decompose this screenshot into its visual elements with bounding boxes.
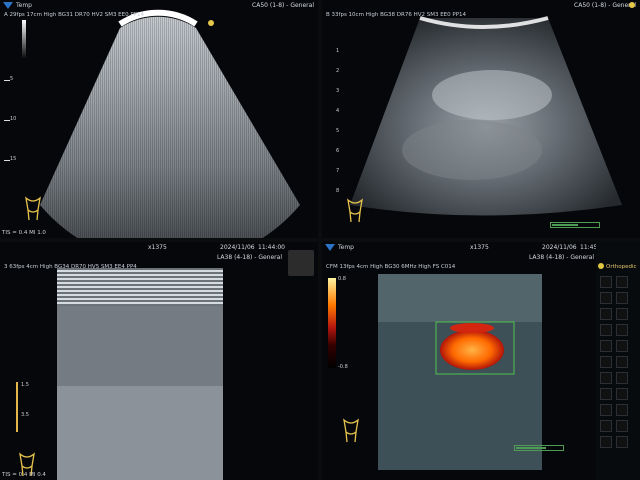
imaging-params: 3 63fps 4cm High BG34 DR70 HV5 SM3 EE4 P… bbox=[4, 264, 137, 270]
header-3: x1375 2024/11/06 11:44:00 3 63fps 4cm Hi… bbox=[0, 242, 318, 270]
bodymark-thumbnail[interactable] bbox=[616, 324, 628, 336]
depth-label: 15 bbox=[10, 156, 17, 162]
velocity-min-label: -0.8 bbox=[338, 364, 348, 370]
bodymark-thumbnail[interactable] bbox=[616, 340, 628, 352]
viewport-3[interactable]: x1375 2024/11/06 11:44:00 3 63fps 4cm Hi… bbox=[0, 242, 318, 480]
bodymark-thumbnail[interactable] bbox=[616, 388, 628, 400]
grey-scale-bar bbox=[22, 20, 26, 60]
bodymark-thumbnail[interactable] bbox=[616, 308, 628, 320]
orientation-dot bbox=[208, 20, 214, 26]
panel-title: Orthopedic bbox=[606, 264, 637, 270]
body-mark-icon[interactable] bbox=[22, 196, 44, 222]
sector-image-2 bbox=[350, 16, 622, 216]
panel-indicator-icon bbox=[598, 263, 604, 269]
body-mark-icon[interactable] bbox=[340, 418, 362, 444]
depth-label: 5 bbox=[10, 76, 14, 82]
imaging-params: CFM 13fps 4cm High BG30 6MHz High FS C01… bbox=[326, 264, 456, 270]
depth-label: 10 bbox=[10, 116, 17, 122]
imaging-params: A 29fps 17cm High BG31 DR70 HV2 SM3 EE0 … bbox=[4, 12, 145, 18]
depth-label: 6 bbox=[336, 148, 340, 154]
linear-image-3 bbox=[57, 268, 223, 480]
thumbnail-image[interactable] bbox=[288, 250, 314, 276]
viewport-4[interactable]: Temp x1375 2024/11/06 11:45:53 CFM 13fps… bbox=[322, 242, 640, 480]
depth-label: 8 bbox=[336, 188, 340, 194]
bodymark-thumbnail[interactable] bbox=[616, 356, 628, 368]
depth-scale: 1 2 3 4 5 6 7 8 bbox=[332, 40, 342, 210]
depth-label: 1.5 bbox=[21, 382, 29, 388]
header-1: Temp CA50 (1-8) - General A 29fps 17cm H… bbox=[0, 0, 318, 18]
bodymark-thumbnail[interactable] bbox=[600, 292, 612, 304]
bodymark-thumbnail[interactable] bbox=[616, 372, 628, 384]
bodymark-thumbnail[interactable] bbox=[616, 276, 628, 288]
probe-label: CA50 (1-8) - General bbox=[574, 2, 636, 9]
date-label: 2024/11/06 bbox=[542, 244, 577, 251]
app-title: Temp bbox=[16, 2, 32, 9]
depth-label: 2 bbox=[336, 68, 340, 74]
logo-icon bbox=[325, 244, 335, 251]
bodymark-thumbnail[interactable] bbox=[600, 356, 612, 368]
safety-index: TIS = 0.4 MI 0.4 bbox=[2, 472, 46, 478]
depth-label: 1 bbox=[336, 48, 340, 54]
bodymark-thumbnail[interactable] bbox=[600, 388, 612, 400]
probe-label: CA50 (1-8) - General bbox=[252, 2, 314, 9]
viewport-1[interactable]: Temp CA50 (1-8) - General A 29fps 17cm H… bbox=[0, 0, 318, 238]
bodymark-thumbnail[interactable] bbox=[600, 420, 612, 432]
probe-label: LA38 (4-18) - General bbox=[528, 254, 594, 261]
bodymark-thumbnail[interactable] bbox=[600, 436, 612, 448]
depth-label: 4 bbox=[336, 108, 340, 114]
bodymark-thumbnail[interactable] bbox=[600, 308, 612, 320]
zoom-label: x1375 bbox=[148, 244, 167, 251]
viewport-2[interactable]: CA50 (1-8) - General B 33fps 10cm High B… bbox=[322, 0, 640, 238]
color-doppler-image bbox=[378, 274, 542, 470]
date-label: 2024/11/06 bbox=[220, 244, 255, 251]
depth-scale: 1.5 3.5 bbox=[16, 382, 29, 432]
cine-progress-fill bbox=[516, 447, 546, 449]
safety-index: TIS = 0.4 MI 1.0 bbox=[2, 230, 46, 236]
bodymark-thumbnail[interactable] bbox=[600, 404, 612, 416]
bodymark-thumbnail[interactable] bbox=[616, 292, 628, 304]
body-mark-icon[interactable] bbox=[344, 198, 366, 224]
header-4: Temp x1375 2024/11/06 11:45:53 CFM 13fps… bbox=[322, 242, 640, 270]
velocity-max-label: 0.8 bbox=[338, 276, 346, 282]
sector-image-1 bbox=[40, 9, 300, 238]
probe-label: LA38 (4-18) - General bbox=[216, 254, 282, 261]
bodymark-panel: Orthopedic bbox=[596, 242, 640, 480]
bodymark-thumbnail[interactable] bbox=[600, 324, 612, 336]
bodymark-thumbnail[interactable] bbox=[616, 420, 628, 432]
depth-label: 3 bbox=[336, 88, 340, 94]
bodymark-thumbnail[interactable] bbox=[600, 276, 612, 288]
orientation-dot bbox=[629, 2, 635, 8]
cine-progress-bar[interactable] bbox=[514, 445, 564, 451]
header-2: CA50 (1-8) - General B 33fps 10cm High B… bbox=[322, 0, 640, 18]
depth-scale: 5 10 15 bbox=[4, 40, 17, 210]
zoom-label: x1375 bbox=[470, 244, 489, 251]
bodymark-thumbnail[interactable] bbox=[616, 404, 628, 416]
bodymark-thumbnail[interactable] bbox=[600, 340, 612, 352]
depth-label: 7 bbox=[336, 168, 340, 174]
bodymark-thumbnail[interactable] bbox=[600, 372, 612, 384]
cine-progress-fill bbox=[552, 224, 578, 226]
depth-label: 5 bbox=[336, 128, 340, 134]
depth-label: 3.5 bbox=[21, 412, 29, 418]
logo-icon bbox=[3, 2, 13, 9]
imaging-params: B 33fps 10cm High BG38 DR76 HV2 SM3 EE0 … bbox=[326, 12, 467, 18]
bodymark-thumbnail[interactable] bbox=[616, 436, 628, 448]
time-label: 11:44:00 bbox=[258, 244, 285, 251]
cine-progress-bar[interactable] bbox=[550, 222, 600, 228]
app-title: Temp bbox=[338, 244, 354, 251]
velocity-color-scale bbox=[328, 278, 336, 368]
